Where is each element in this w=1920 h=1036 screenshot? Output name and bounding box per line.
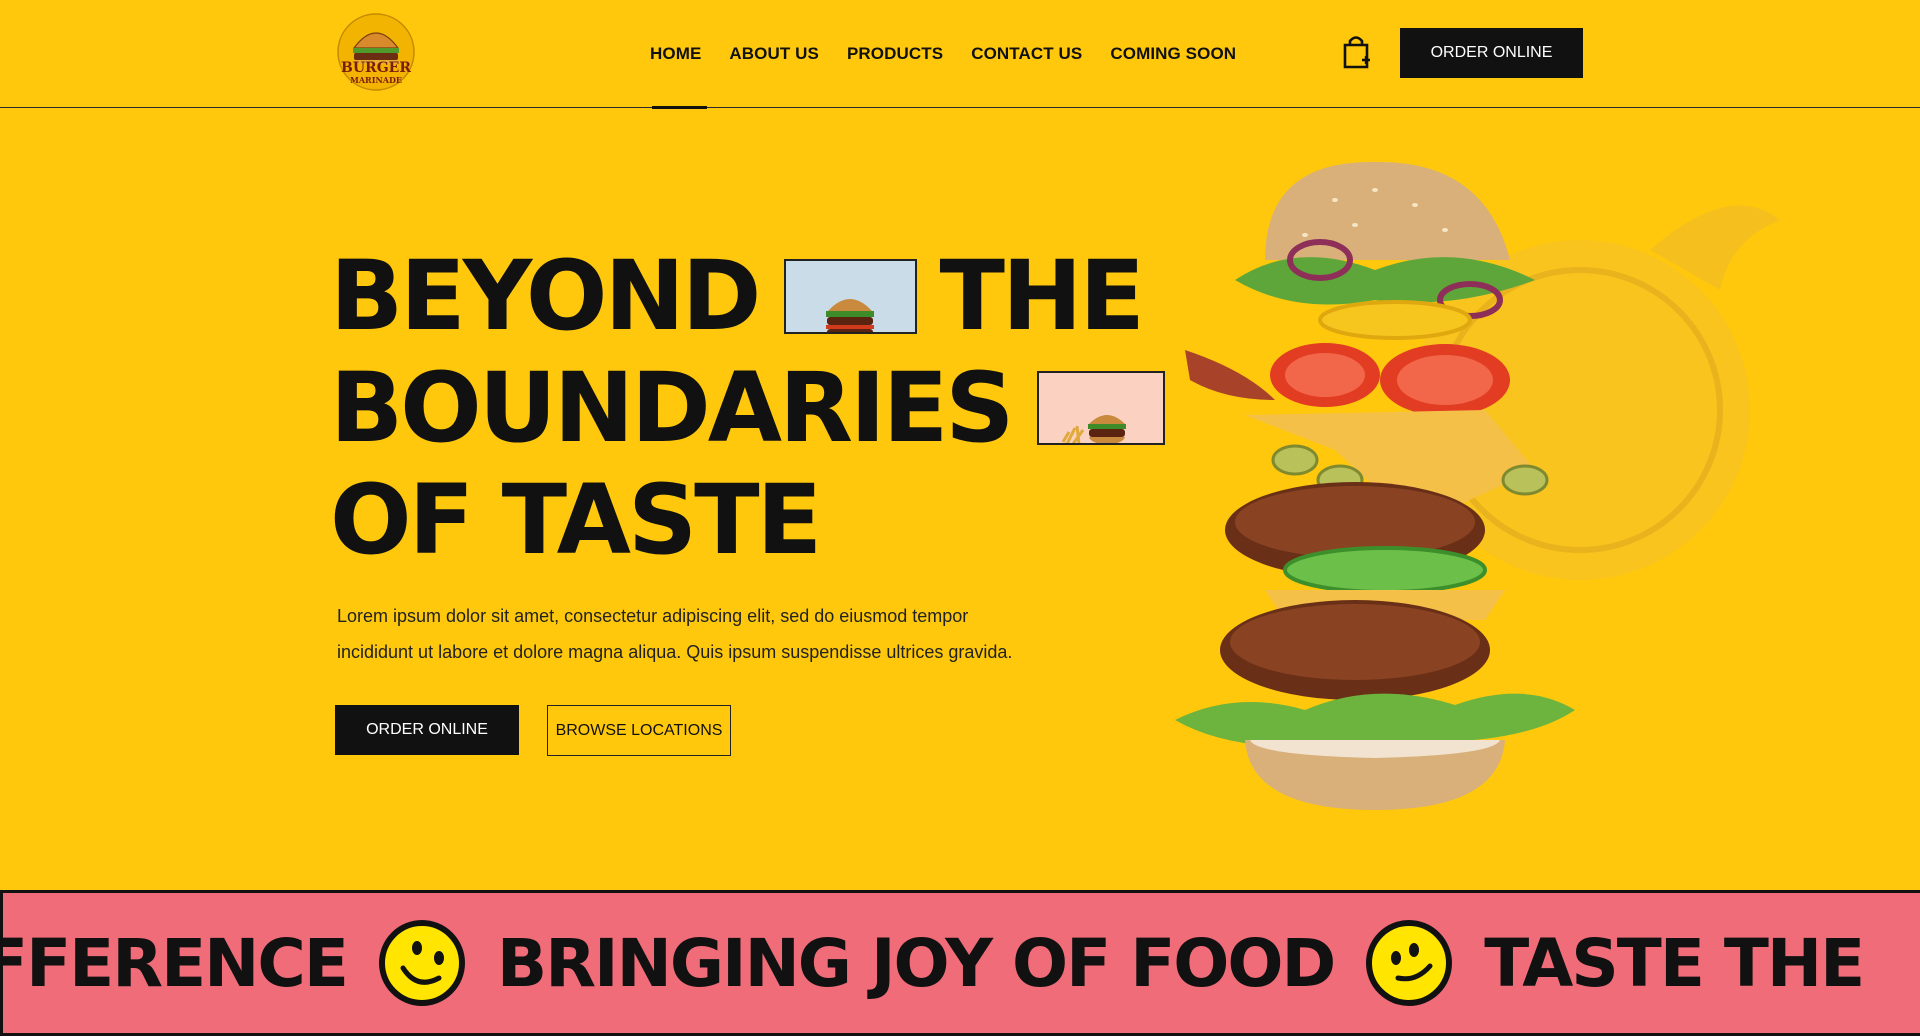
nav-contact-us[interactable]: CONTACT US — [971, 0, 1082, 108]
burger-thumbnail-image — [784, 258, 918, 334]
shopping-bag-icon[interactable] — [1340, 34, 1372, 70]
hero-headline: BEYOND THE BOUNDARIES OF TASTE — [330, 240, 1187, 576]
smiley-wink-icon — [377, 918, 467, 1008]
marquee-text-2: BRINGING JOY OF FOOD — [496, 924, 1336, 1002]
nav-coming-soon[interactable]: COMING SOON — [1110, 0, 1236, 108]
hero-description: Lorem ipsum dolor sit amet, consectetur … — [337, 598, 1057, 670]
headline-word-the: THE — [939, 240, 1144, 352]
headline-word-boundaries: BOUNDARIES — [330, 352, 1014, 464]
marquee-text-3: TASTE THE — [1484, 924, 1865, 1002]
order-online-hero-button[interactable]: ORDER ONLINE — [335, 705, 519, 755]
marquee-banner: FFERENCE BRINGING JOY OF FOOD TASTE THE — [0, 890, 1920, 1036]
svg-text:BURGER: BURGER — [341, 60, 411, 76]
main-nav: HOME ABOUT US PRODUCTS CONTACT US COMING… — [650, 0, 1236, 109]
exploded-burger-image — [1155, 150, 1595, 850]
site-header: BURGER MARINADE HOME ABOUT US PRODUCTS C… — [0, 0, 1920, 109]
headline-line-3: OF TASTE — [330, 464, 822, 576]
order-online-header-button[interactable]: ORDER ONLINE — [1400, 28, 1583, 78]
marquee-text-1: FFERENCE — [0, 924, 349, 1002]
headline-line-1: BEYOND THE — [330, 240, 1187, 352]
brand-logo[interactable]: BURGER MARINADE — [336, 8, 416, 94]
svg-text:MARINADE: MARINADE — [350, 75, 402, 85]
browse-locations-button[interactable]: BROWSE LOCATIONS — [547, 705, 731, 756]
smiley-face-icon — [1364, 918, 1454, 1008]
headline-line-2: BOUNDARIES — [330, 352, 1187, 464]
hero-description-line-1: Lorem ipsum dolor sit amet, consectetur … — [337, 606, 969, 626]
nav-about-us[interactable]: ABOUT US — [729, 0, 819, 108]
headline-word-beyond: BEYOND — [330, 240, 761, 352]
marquee-track: FFERENCE BRINGING JOY OF FOOD TASTE THE — [0, 893, 1865, 1033]
hero-description-line-2: incididunt ut labore et dolore magna ali… — [337, 642, 1013, 662]
burger-fries-thumbnail-image — [1037, 371, 1166, 445]
nav-home[interactable]: HOME — [650, 0, 708, 109]
nav-products[interactable]: PRODUCTS — [847, 0, 943, 108]
